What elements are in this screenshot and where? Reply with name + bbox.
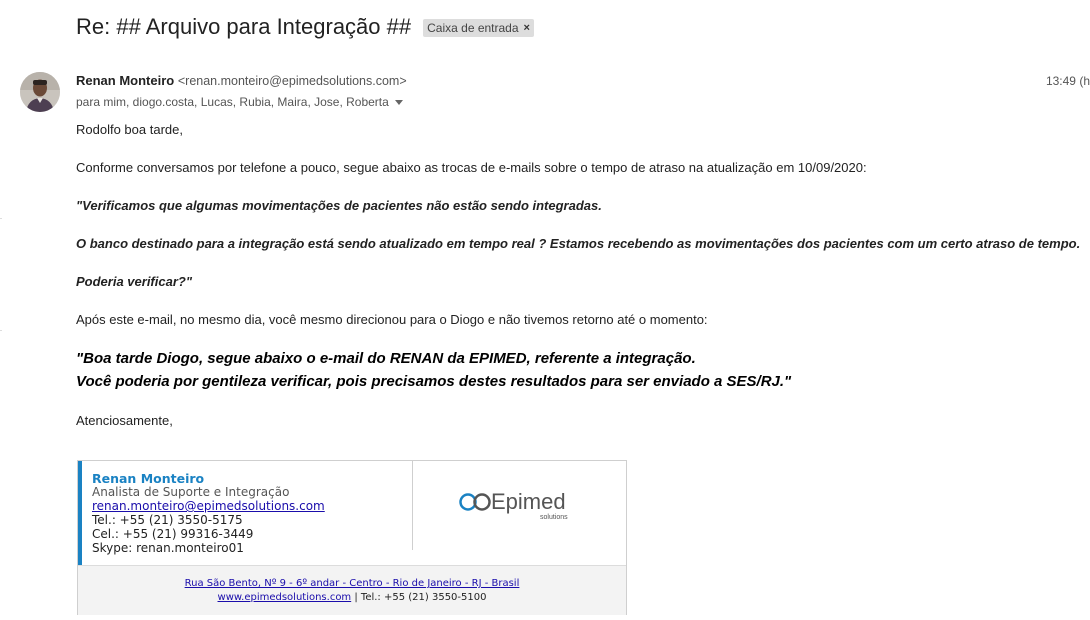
email-signature: Renan Monteiro Analista de Suporte e Int… xyxy=(77,460,627,615)
recipients-row: para mim, diogo.costa, Lucas, Rubia, Mai… xyxy=(76,95,403,109)
email-subject: Re: ## Arquivo para Integração ## xyxy=(76,14,412,39)
address-link[interactable]: Rua São Bento, Nº 9 - 6º andar - Centro … xyxy=(185,578,520,589)
email-time[interactable]: 13:49 (h xyxy=(1046,74,1090,88)
signature-name: Renan Monteiro xyxy=(92,471,205,486)
body-paragraph-2: Após este e-mail, no mesmo dia, você mes… xyxy=(76,312,708,327)
quote-line-5: Você poderia por gentileza verificar, po… xyxy=(76,373,792,390)
edge-mark xyxy=(0,218,2,219)
logo-subtext: solutions xyxy=(540,514,568,521)
body-closing: Atenciosamente, xyxy=(76,413,173,428)
signature-divider xyxy=(412,461,413,550)
footer-tel: | Tel.: +55 (21) 3550-5100 xyxy=(351,592,487,603)
recipients-list: para mim, diogo.costa, Lucas, Rubia, Mai… xyxy=(76,95,389,109)
signature-contact: Renan Monteiro Analista de Suporte e Int… xyxy=(78,461,416,565)
website-link[interactable]: www.epimedsolutions.com xyxy=(218,592,352,603)
quote-line-2: O banco destinado para a integração está… xyxy=(76,236,1081,251)
chevron-down-icon[interactable] xyxy=(394,99,403,105)
body-greeting: Rodolfo boa tarde, xyxy=(76,122,183,137)
edge-mark xyxy=(0,330,2,331)
epimed-logo: Epimed solutions xyxy=(458,485,578,525)
close-icon[interactable]: × xyxy=(524,22,530,34)
signature-role: Analista de Suporte e Integração xyxy=(92,485,290,499)
subject-row: Re: ## Arquivo para Integração ## Caixa … xyxy=(76,14,534,40)
sender-name[interactable]: Renan Monteiro xyxy=(76,73,174,88)
body-paragraph-1: Conforme conversamos por telefone a pouc… xyxy=(76,160,867,175)
logo-wordmark: Epimed xyxy=(491,489,566,514)
signature-tel: Tel.: +55 (21) 3550-5175 xyxy=(92,513,243,527)
label-chip-text: Caixa de entrada xyxy=(427,21,519,35)
avatar[interactable] xyxy=(20,72,60,112)
sender-row: Renan Monteiro <renan.monteiro@epimedsol… xyxy=(76,73,407,88)
signature-cel: Cel.: +55 (21) 99316-3449 xyxy=(92,527,254,541)
signature-skype: Skype: renan.monteiro01 xyxy=(92,541,244,555)
quote-line-1: "Verificamos que algumas movimentações d… xyxy=(76,198,602,213)
sender-email: <renan.monteiro@epimedsolutions.com> xyxy=(177,74,407,88)
label-chip-inbox[interactable]: Caixa de entrada × xyxy=(423,19,534,37)
signature-email-link[interactable]: renan.monteiro@epimedsolutions.com xyxy=(92,499,325,513)
quote-line-3: Poderia verificar?" xyxy=(76,274,192,289)
quote-line-4: "Boa tarde Diogo, segue abaixo o e-mail … xyxy=(76,350,696,367)
signature-footer: Rua São Bento, Nº 9 - 6º andar - Centro … xyxy=(78,565,626,615)
